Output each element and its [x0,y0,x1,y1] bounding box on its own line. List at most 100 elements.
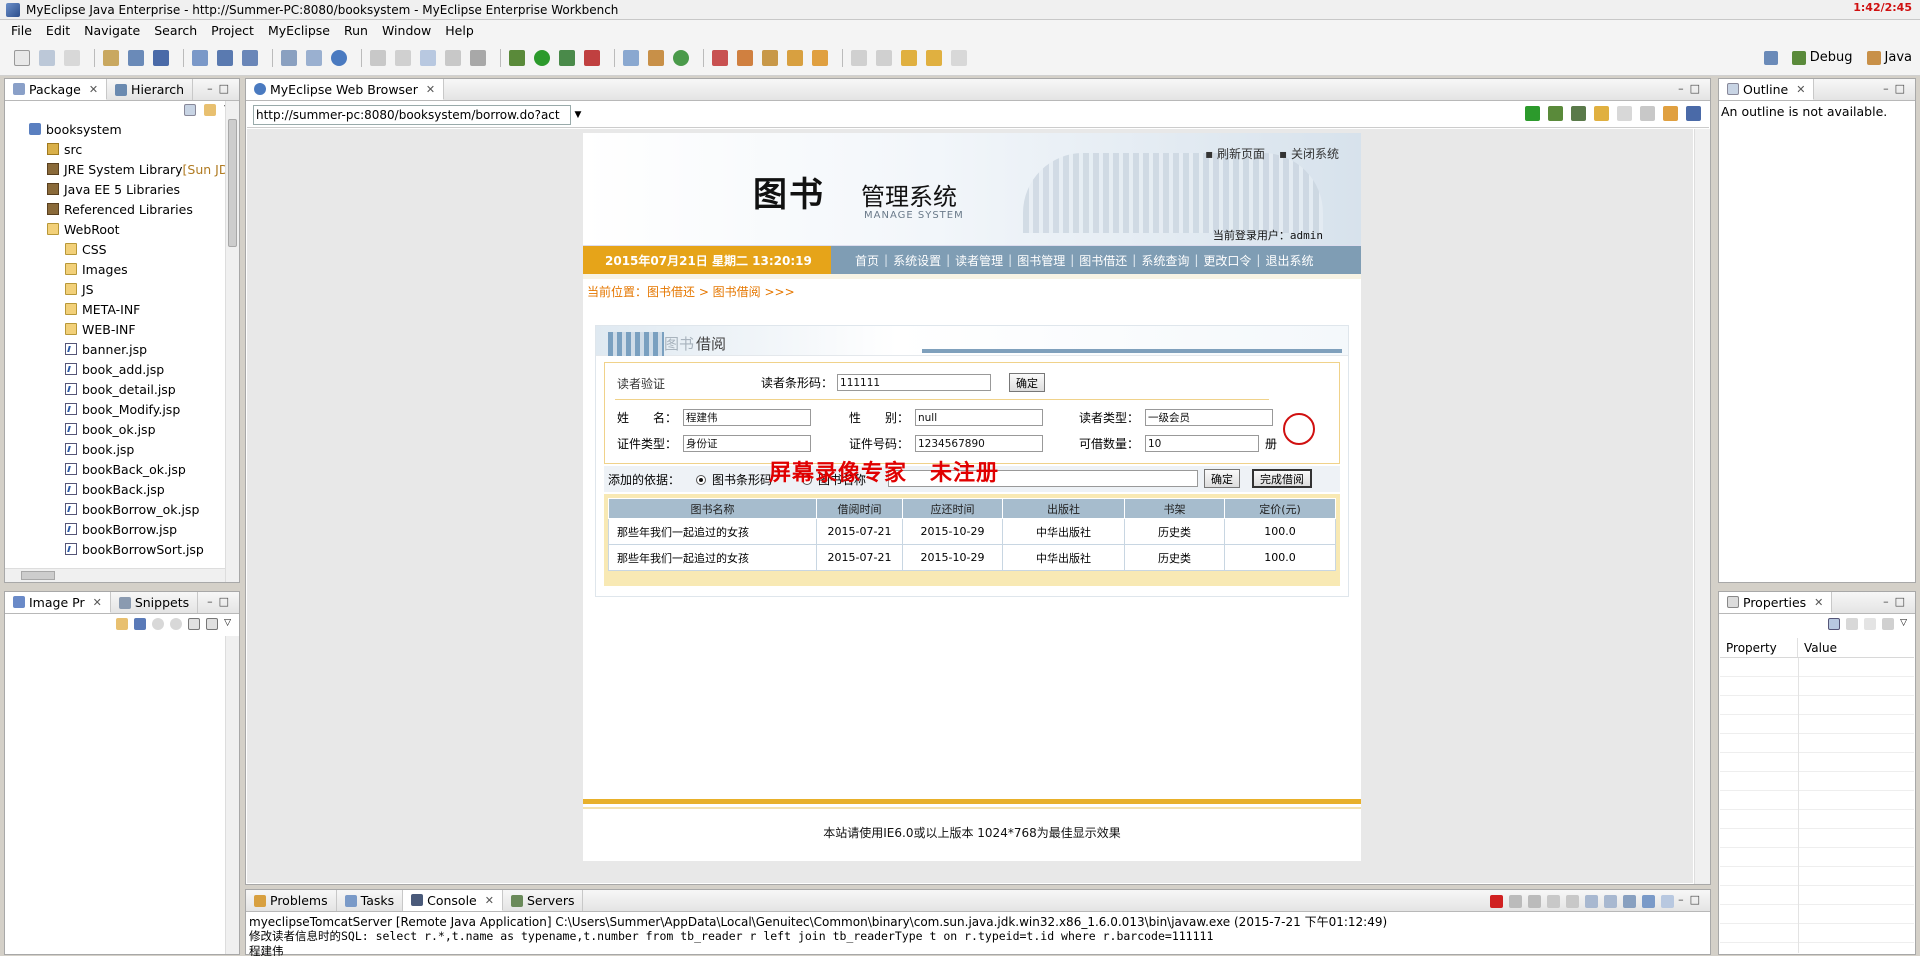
tab-problems[interactable]: Problems [246,890,337,911]
save-icon[interactable] [39,50,55,66]
tree-item[interactable]: CSS [5,239,225,259]
browser-scrollbar[interactable] [1694,129,1710,884]
tree-item[interactable]: src [5,139,225,159]
editor-controls[interactable]: –□ [1678,82,1706,95]
menu-navigate[interactable]: Navigate [77,23,147,38]
perspective-java[interactable]: Java [1866,50,1912,65]
open-project-icon[interactable] [153,50,169,66]
tree-item[interactable]: bookBack.jsp [5,479,225,499]
display-console-icon[interactable] [1642,895,1655,908]
fit-image-icon[interactable] [134,618,147,630]
view-menu-icon[interactable]: ▽ [1900,618,1907,636]
close-icon[interactable]: ✕ [426,83,435,96]
debug-run-icon[interactable] [1548,106,1563,121]
link-icon[interactable] [116,618,129,630]
refresh-icon[interactable] [1663,106,1678,121]
tree-item[interactable]: bookBack_ok.jsp [5,459,225,479]
reader-idno-input[interactable]: 1234567890 [915,435,1043,452]
tab-hierarchy[interactable]: Hierarch [107,79,194,100]
deploy-icon[interactable] [192,50,208,66]
restore-default-icon[interactable] [1864,618,1877,630]
annotation-icon[interactable] [712,50,728,66]
remove-launch-icon[interactable] [1509,895,1522,908]
hammer-icon[interactable] [370,50,386,66]
tree-item[interactable]: bookBorrowSort.jsp [5,539,225,559]
image-preview-scrollbar[interactable] [225,636,239,954]
menu-search[interactable]: Search [147,23,204,38]
run-tool-icon[interactable] [559,50,575,66]
reader-idtype-input[interactable]: 身份证 [683,435,811,452]
tree-item[interactable]: book_Modify.jsp [5,399,225,419]
view-controls[interactable]: –□ [1883,595,1911,608]
scroll-lock-icon[interactable] [1566,895,1579,908]
menu-help[interactable]: Help [438,23,481,38]
pen-icon[interactable] [787,50,803,66]
value-column-header[interactable]: Value [1798,638,1837,657]
tab-image-preview[interactable]: Image Pr ✕ [5,592,111,613]
remove-all-icon[interactable] [1528,895,1541,908]
tree-item[interactable]: booksystem [5,119,225,139]
view-controls[interactable]: –□ [207,595,235,608]
reader-type-input[interactable]: 一级会员 [1145,409,1273,426]
show-stderr-icon[interactable] [1604,895,1617,908]
tab-console[interactable]: Console ✕ [403,890,503,911]
reader-gender-input[interactable]: null [915,409,1043,426]
image-icon[interactable] [445,50,461,66]
close-icon[interactable]: ✕ [485,894,494,907]
hscrollbar-thumb[interactable] [21,571,55,580]
view-controls[interactable]: –□ [207,82,235,95]
tree-item[interactable]: Java EE 5 Libraries [5,179,225,199]
fit-window-icon[interactable] [206,618,219,630]
menu-window[interactable]: Window [375,23,438,38]
scrollbar-thumb[interactable] [228,119,237,247]
actual-size-icon[interactable] [188,618,201,630]
reader-quota-input[interactable]: 10 [1145,435,1259,452]
close-icon[interactable]: ✕ [89,83,98,96]
nav-borrow-return[interactable]: 图书借还 [1079,252,1127,269]
package-tree-hscrollbar[interactable] [5,568,225,582]
nav-settings[interactable]: 系统设置 [893,252,941,269]
tree-item[interactable]: Images [5,259,225,279]
external-tools-icon[interactable] [584,50,600,66]
menu-project[interactable]: Project [204,23,261,38]
tab-snippets[interactable]: Snippets [111,592,199,613]
menu-edit[interactable]: Edit [39,23,77,38]
prev-annotation-icon[interactable] [876,50,892,66]
nav-readers[interactable]: 读者管理 [955,252,1003,269]
reader-barcode-input[interactable]: 111111 [837,374,992,391]
tree-item[interactable]: book_ok.jsp [5,419,225,439]
tab-outline[interactable]: Outline ✕ [1719,79,1815,100]
task-icon[interactable] [737,50,753,66]
monitor-icon[interactable] [470,50,486,66]
nav-books[interactable]: 图书管理 [1017,252,1065,269]
tree-item[interactable]: Referenced Libraries [5,199,225,219]
tree-item[interactable]: book_detail.jsp [5,379,225,399]
show-stdout-icon[interactable] [1585,895,1598,908]
close-icon[interactable]: ✕ [93,596,102,609]
view-menu-icon[interactable]: ▽ [224,618,231,636]
tree-item[interactable]: bookBorrow.jsp [5,519,225,539]
stop-icon[interactable] [1640,106,1655,121]
pin-console-icon[interactable] [1623,895,1636,908]
menu-run[interactable]: Run [337,23,375,38]
view-controls[interactable]: –□ [1883,82,1911,95]
tree-item[interactable]: JRE System Library [Sun JD [5,159,225,179]
zoom-in-icon[interactable] [170,618,183,630]
package-icon[interactable] [648,50,664,66]
tab-tasks[interactable]: Tasks [337,890,404,911]
back-icon[interactable] [1594,106,1609,121]
property-column-header[interactable]: Property [1720,638,1798,657]
tab-package-explorer[interactable]: Package ✕ [5,79,108,100]
tab-servers[interactable]: Servers [503,890,584,911]
search-folder-icon[interactable] [812,50,828,66]
tree-item[interactable]: WebRoot [5,219,225,239]
perspective-debug[interactable]: Debug [1791,50,1853,65]
reader-confirm-button[interactable]: 确定 [1009,373,1046,392]
run-server-icon[interactable] [242,50,258,66]
tree-item[interactable]: META-INF [5,299,225,319]
add-book-confirm-button[interactable]: 确定 [1204,469,1240,488]
tree-item[interactable]: WEB-INF [5,319,225,339]
clean-icon[interactable] [395,50,411,66]
view-controls[interactable]: –□ [1678,893,1706,906]
nav-password[interactable]: 更改口令 [1203,252,1251,269]
